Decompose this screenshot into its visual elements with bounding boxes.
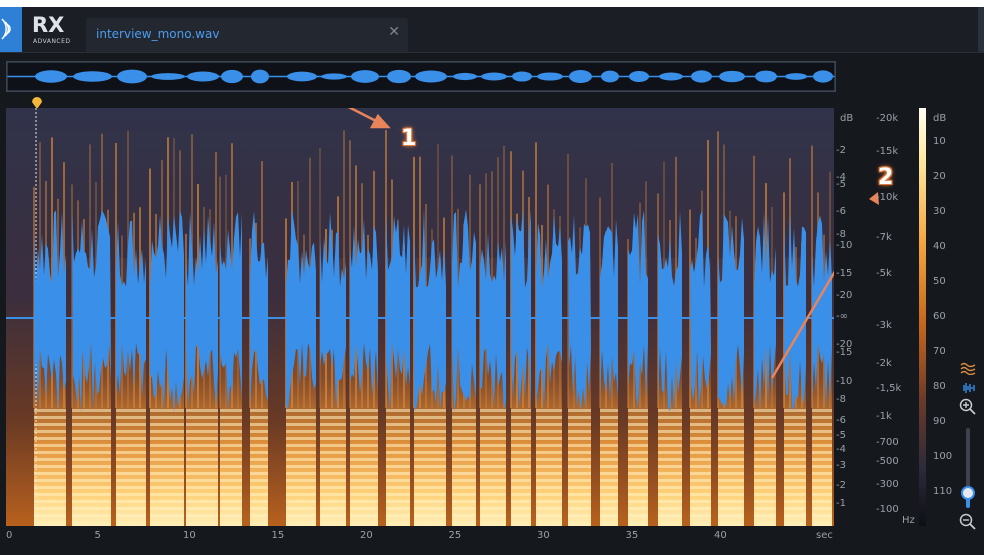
- bottom-toolbar: [0, 544, 984, 555]
- hz-tick: -300: [876, 479, 899, 490]
- color-scale-tick: 20: [933, 171, 946, 182]
- waveform-view-icon[interactable]: [960, 380, 976, 399]
- db-tick: -15: [836, 268, 853, 279]
- color-scale: dB 10 20 30 40 50 60 70 80 90 100 110: [928, 108, 958, 526]
- color-scale-tick: 80: [933, 381, 946, 392]
- db-tick: -∞: [836, 311, 848, 322]
- color-scale-tick: 90: [933, 416, 946, 427]
- logo-waves-icon: [1, 18, 11, 40]
- zoom-out-icon[interactable]: [959, 513, 977, 535]
- db-tick: -4: [836, 444, 846, 455]
- hz-tick: -10k: [876, 192, 899, 203]
- color-scale-tick: 10: [933, 136, 946, 147]
- app-logo: RX: [32, 13, 65, 37]
- file-tab-label[interactable]: interview_mono.wav: [96, 27, 219, 41]
- hz-tick: -2k: [876, 358, 892, 369]
- db-tick: -2: [836, 145, 846, 156]
- db-tick: -3: [836, 460, 846, 471]
- color-scale-tick: 70: [933, 346, 946, 357]
- close-tab-icon[interactable]: ✕: [388, 24, 400, 40]
- db-tick: -20: [836, 290, 853, 301]
- color-scale-tick: 40: [933, 241, 946, 252]
- hz-tick: -1k: [876, 411, 892, 422]
- color-scale-tick: 30: [933, 206, 946, 217]
- hz-tick: -3k: [876, 320, 892, 331]
- time-tick: 40: [714, 530, 727, 541]
- spectrogram-view-icon[interactable]: [960, 360, 976, 379]
- db-tick: -5: [836, 430, 846, 441]
- overview-waveform: [6, 61, 836, 92]
- waveform-overview[interactable]: [6, 61, 836, 92]
- hz-unit: Hz: [902, 515, 915, 526]
- time-tick: 20: [360, 530, 373, 541]
- db-tick: -10: [836, 376, 853, 387]
- frequency-scale: -20k -15k -10k -7k -5k -3k -2k -1,5k -1k -700 -500…: [874, 108, 918, 526]
- hz-tick: -100: [876, 504, 899, 515]
- db-tick: -8: [836, 394, 846, 405]
- time-tick: 30: [537, 530, 550, 541]
- callout-1: 1: [401, 126, 417, 151]
- hz-tick: -500: [876, 456, 899, 467]
- amplitude-scale: dB -2 -4 -5 -6 -8 -10 -15 -20 -∞ -20 -15 -10 -8 -6 -5-…: [834, 108, 874, 526]
- color-scale-bar: [919, 108, 926, 526]
- time-tick: 10: [183, 530, 196, 541]
- file-tab[interactable]: interview_mono.wav ✕: [86, 18, 408, 52]
- spectrogram-view[interactable]: [6, 75, 878, 526]
- time-tick: 0: [6, 530, 13, 541]
- spectrogram-canvas: [6, 75, 878, 526]
- logo-mark: [0, 7, 22, 52]
- db-tick: -15: [836, 347, 853, 358]
- hz-tick: -15k: [876, 146, 899, 157]
- hz-tick: -5k: [876, 268, 892, 279]
- time-axis: 0 5 10 15 20 25 30 35 40 sec: [6, 528, 834, 544]
- db-tick: -6: [836, 415, 846, 426]
- color-scale-tick: 100: [933, 451, 953, 462]
- db-tick: -5: [836, 179, 846, 190]
- db-tick: -2: [836, 480, 846, 491]
- time-tick: 35: [625, 530, 639, 541]
- color-scale-tick: 60: [933, 311, 946, 322]
- top-strip: [0, 0, 984, 7]
- color-scale-tick: 50: [933, 276, 946, 287]
- time-tick: 5: [94, 530, 101, 541]
- db-tick: -10: [836, 240, 853, 251]
- db-tick: -6: [836, 206, 846, 217]
- db-tick: -8: [836, 229, 846, 240]
- zoom-slider-knob[interactable]: [961, 486, 975, 500]
- zoom-in-icon[interactable]: [959, 398, 977, 420]
- hz-tick: -700: [876, 437, 899, 448]
- header-edge: [978, 7, 984, 52]
- db-unit: dB: [840, 113, 854, 124]
- hz-tick: -1,5k: [876, 383, 902, 394]
- app-logo-subtitle: ADVANCED: [33, 38, 71, 45]
- db-tick: -1: [836, 498, 846, 509]
- time-tick: 25: [448, 530, 462, 541]
- hz-tick: -20k: [876, 113, 899, 124]
- time-tick: 15: [271, 530, 285, 541]
- color-scale-unit: dB: [933, 113, 947, 124]
- time-unit: sec: [816, 530, 833, 541]
- hz-tick: -7k: [876, 232, 892, 243]
- color-scale-tick: 110: [933, 486, 953, 497]
